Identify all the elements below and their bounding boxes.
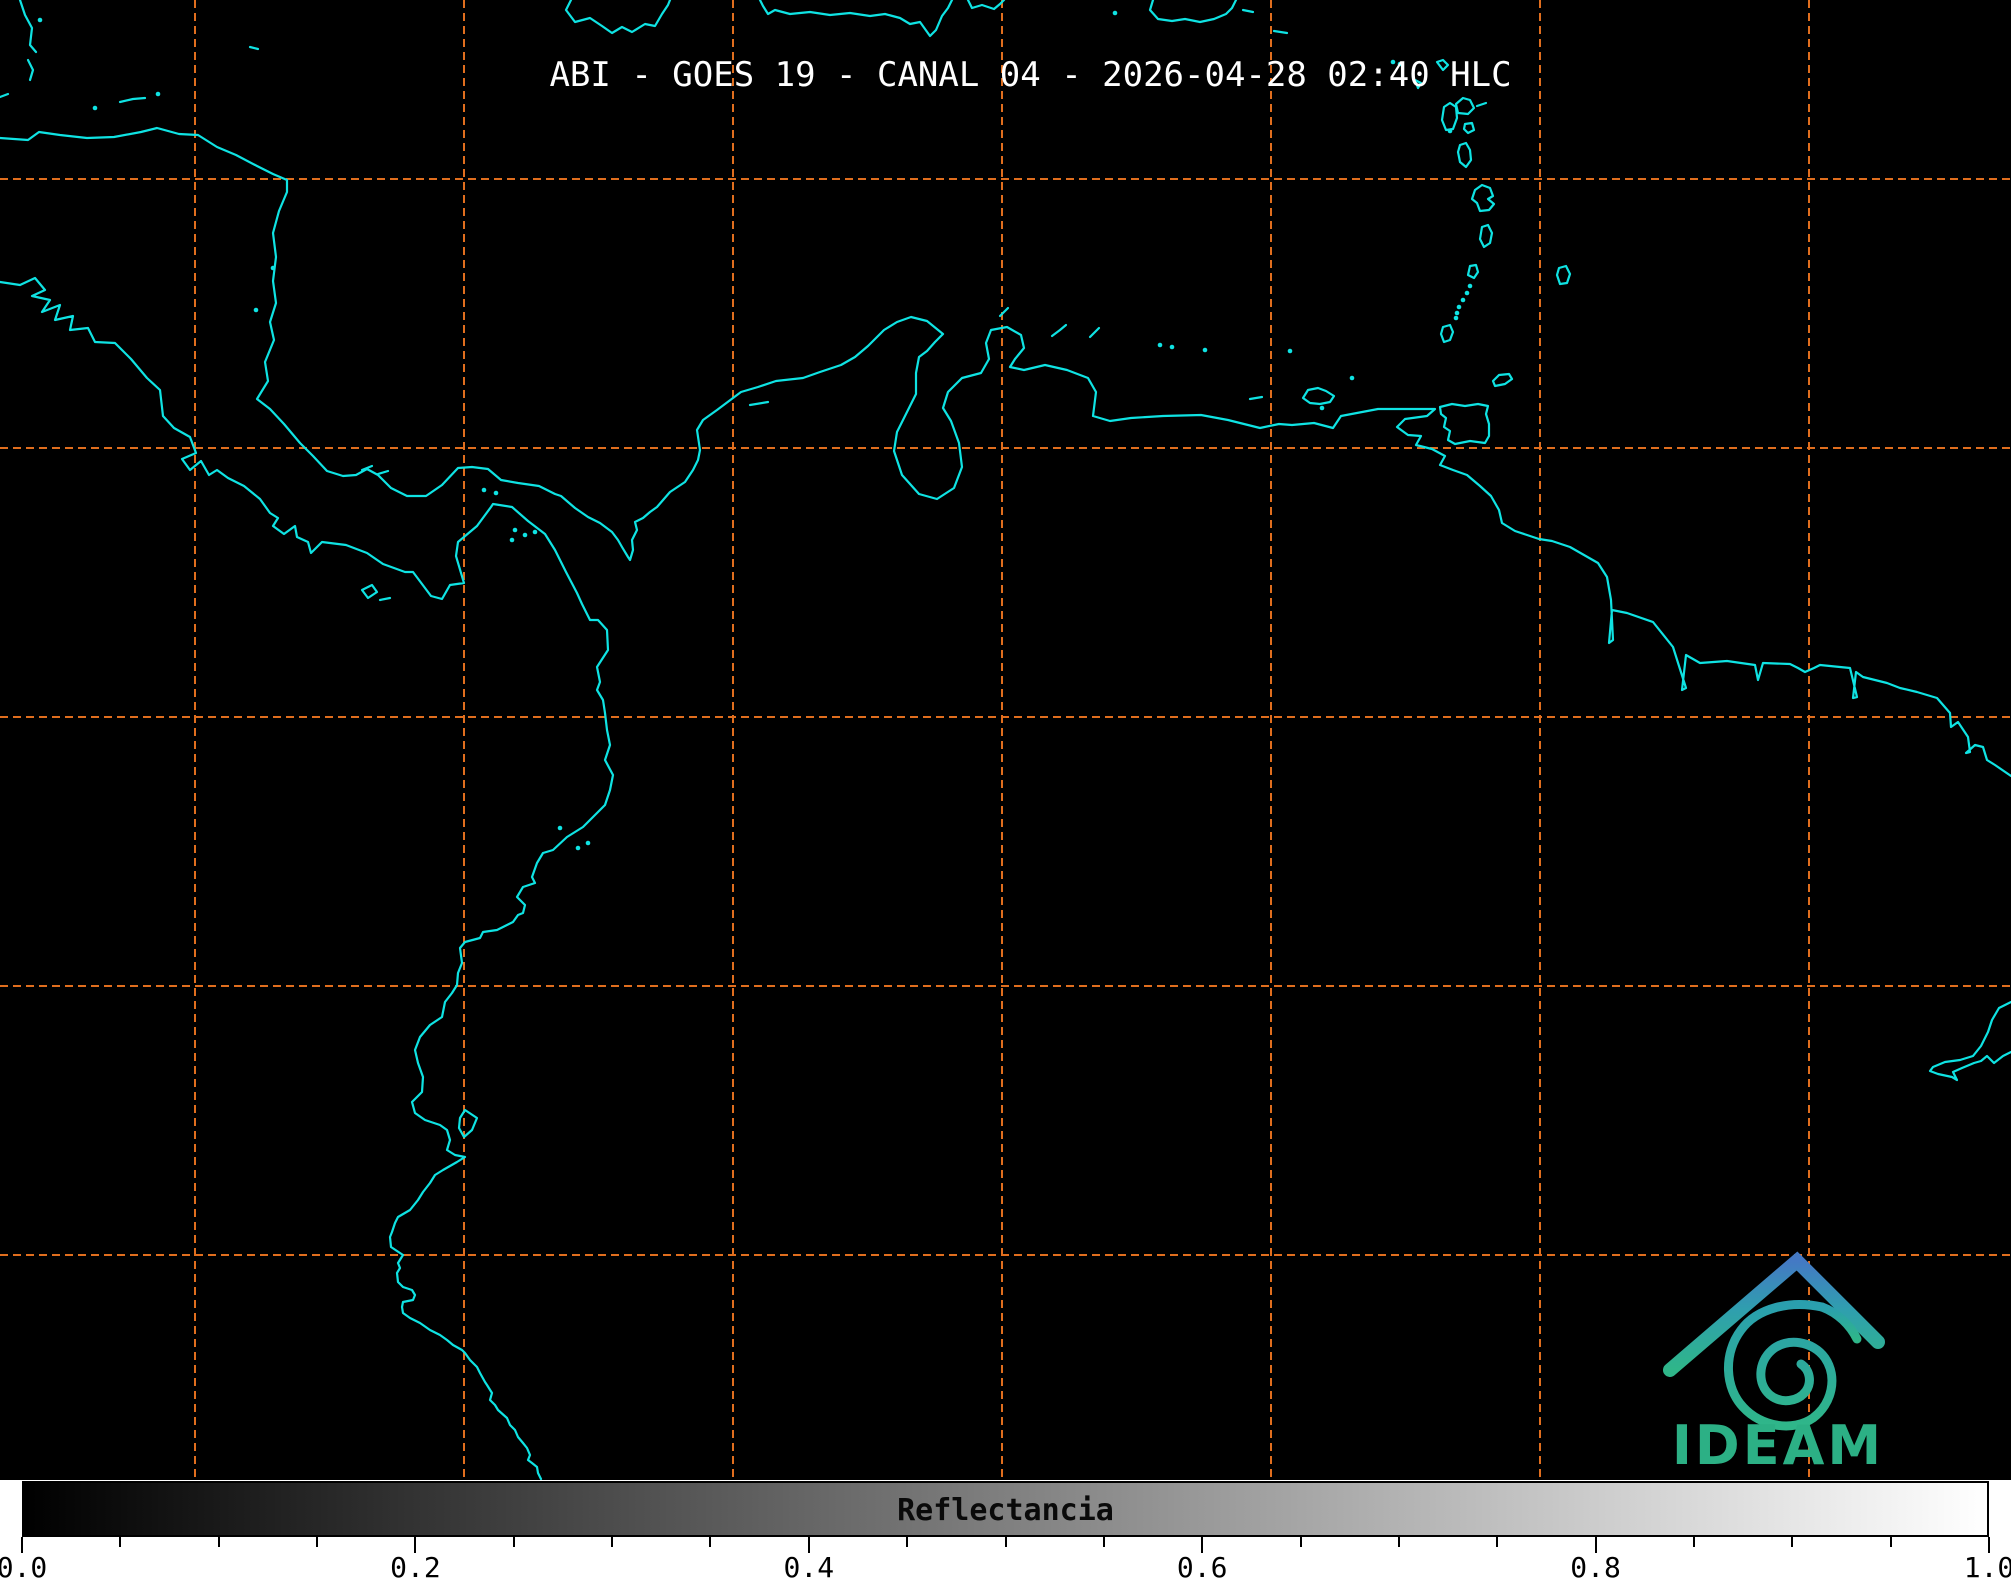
colorbar-tick-label: 0.0 — [0, 1551, 48, 1584]
coastline-path — [1491, 372, 1514, 388]
coastline-layer — [0, 0, 2011, 1480]
island-dot — [1349, 375, 1355, 381]
island-dot — [1169, 344, 1175, 350]
coastline-path — [18, 0, 38, 54]
colorbar-minor-tick — [512, 1537, 515, 1547]
colorbar-tick-label: 0.4 — [783, 1551, 835, 1584]
coastline-path — [1272, 29, 1289, 35]
colorbar-minor-tick — [1004, 1537, 1007, 1547]
colorbar-minor-tick — [316, 1537, 319, 1547]
colorbar-tick-label: 0.6 — [1176, 1551, 1228, 1584]
reflectance-colorbar: Reflectancia — [22, 1481, 1989, 1537]
map-canvas: IDEAM — [0, 0, 2011, 1480]
coastline-path — [1438, 402, 1491, 446]
ideam-swirl-icon — [1724, 1300, 1837, 1431]
satellite-product-page: IDEAM ABI - GOES 19 - CANAL 04 - 2026-04… — [0, 0, 2011, 1584]
island-dot — [493, 490, 499, 496]
island-dot — [1453, 315, 1459, 321]
colorbar-minor-tick — [1102, 1537, 1105, 1547]
coastline-path — [1466, 263, 1480, 280]
island-dot — [1464, 290, 1470, 296]
island-dot — [1456, 304, 1462, 310]
satellite-map-area: IDEAM ABI - GOES 19 - CANAL 04 - 2026-04… — [0, 0, 2011, 1480]
coastline-path — [0, 276, 615, 1480]
coastline-path — [0, 92, 10, 99]
colorbar-minor-tick — [906, 1537, 909, 1547]
small-islands-layer — [37, 10, 1473, 851]
coastline-path — [1241, 8, 1255, 14]
coastline-path — [1440, 101, 1459, 132]
colorbar-minor-tick — [1889, 1537, 1892, 1547]
coastline-path — [564, 0, 672, 35]
coastline-path — [966, 0, 1006, 11]
colorbar-minor-tick — [1791, 1537, 1794, 1547]
island-dot — [37, 17, 43, 23]
coastline-path — [118, 96, 147, 104]
island-dot — [253, 307, 259, 313]
island-dot — [92, 105, 98, 111]
colorbar-tick-label: 0.2 — [390, 1551, 441, 1584]
island-dot — [585, 840, 591, 846]
colorbar-minor-tick — [1397, 1537, 1400, 1547]
ideam-logo-text: IDEAM — [1672, 1414, 1884, 1477]
coastline-path — [1555, 264, 1572, 286]
island-dot — [575, 845, 581, 851]
graticule-grid — [0, 0, 2011, 1480]
colorbar-minor-tick — [1692, 1537, 1695, 1547]
island-dot — [532, 529, 538, 535]
coastline-path — [1248, 395, 1264, 401]
coastline-path — [1478, 223, 1494, 249]
colorbar-minor-tick — [217, 1537, 220, 1547]
island-dot — [509, 537, 515, 543]
island-dot — [481, 487, 487, 493]
island-dot — [1467, 283, 1473, 289]
coastline-path — [1454, 96, 1476, 116]
coastline-path — [758, 0, 954, 38]
colorbar-label: Reflectancia — [897, 1493, 1114, 1528]
island-dot — [522, 532, 528, 538]
coastline-path — [1088, 326, 1101, 339]
island-dot — [1460, 297, 1466, 303]
island-dot — [1319, 405, 1325, 411]
colorbar-minor-tick — [1496, 1537, 1499, 1547]
island-dot — [512, 527, 518, 533]
coastline-path — [26, 58, 35, 82]
colorbar-tick-label: 1.0 — [1963, 1551, 2011, 1584]
coastline-path — [1301, 386, 1336, 406]
coastline-path — [748, 400, 770, 407]
island-dot — [557, 825, 563, 831]
product-title: ABI - GOES 19 - CANAL 04 - 2026-04-28 02… — [549, 55, 1512, 95]
island-dot — [1112, 10, 1118, 16]
coastline-path — [1462, 121, 1476, 135]
coastline-path — [1928, 1000, 2011, 1082]
ideam-logo: IDEAM — [1663, 1251, 1885, 1477]
coastline-path — [378, 596, 392, 602]
coastline-path — [1439, 323, 1455, 344]
coastline-path — [1050, 323, 1068, 338]
coastline-path — [248, 45, 260, 51]
colorbar-axis: 0.0 0.2 0.4 0.6 0.8 1.0 — [0, 1537, 2011, 1584]
island-dot — [1447, 128, 1453, 134]
coastline-path — [457, 1108, 479, 1139]
coastline-path — [360, 583, 379, 600]
colorbar-minor-tick — [1299, 1537, 1302, 1547]
colorbar-minor-tick — [119, 1537, 122, 1547]
island-dot — [1454, 310, 1460, 316]
coastline-path — [0, 126, 2011, 778]
island-dot — [270, 265, 276, 271]
colorbar-minor-tick — [611, 1537, 614, 1547]
coastline-path — [1456, 141, 1473, 169]
colorbar-tick-label: 0.8 — [1570, 1551, 1621, 1584]
island-dot — [1202, 347, 1208, 353]
island-dot — [1157, 342, 1163, 348]
coastline-path — [1470, 183, 1496, 213]
colorbar-minor-tick — [709, 1537, 712, 1547]
island-dot — [155, 91, 161, 97]
colorbar-strip: Reflectancia 0.0 0.2 0.4 0.6 0.8 1.0 — [0, 1480, 2011, 1584]
island-dot — [1287, 348, 1293, 354]
coastline-path — [1148, 0, 1238, 24]
coastline-path — [376, 469, 390, 476]
coastline-path — [1475, 101, 1488, 108]
